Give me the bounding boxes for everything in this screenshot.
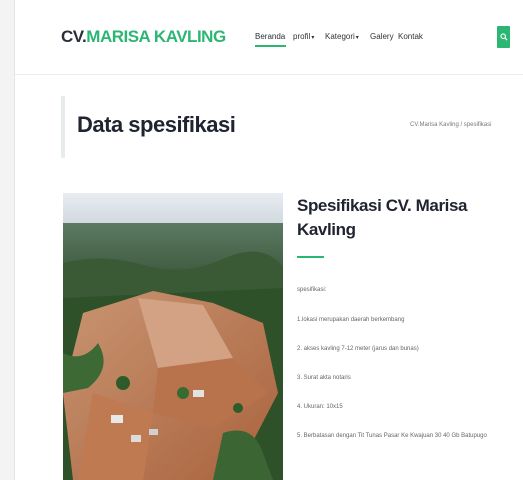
- logo-prefix: CV.: [61, 27, 87, 46]
- nav-item-galery[interactable]: Galery: [370, 32, 394, 41]
- chevron-down-icon: ▾: [311, 35, 315, 41]
- search-icon: [499, 33, 508, 41]
- list-item: 1.lokasi merupakan daerah berkembang: [297, 317, 405, 323]
- page: CV.MARISA KAVLING Beranda profil▾ Katego…: [14, 0, 523, 480]
- list-item: 4. Ukuran: 10x15: [297, 404, 343, 410]
- land-aerial-photo: [63, 193, 283, 480]
- nav-item-beranda[interactable]: Beranda: [255, 32, 286, 47]
- spec-title: Spesifikasi CV. Marisa Kavling: [297, 196, 468, 239]
- nav-item-kategori[interactable]: Kategori▾: [325, 32, 359, 41]
- list-item: 2. akses kavling 7-12 meter (jarus dan b…: [297, 346, 419, 352]
- nav-label: Galery: [370, 32, 394, 41]
- nav-label: profil: [293, 32, 311, 41]
- nav-label: Kontak: [398, 32, 423, 41]
- site-logo[interactable]: CV.MARISA KAVLING: [61, 27, 226, 47]
- site-header: CV.MARISA KAVLING Beranda profil▾ Katego…: [15, 0, 523, 75]
- search-button[interactable]: [497, 26, 510, 48]
- list-item: 5. Berbatasan dengan Tit Tunas Pasar Ke …: [297, 433, 487, 439]
- logo-name: MARISA KAVLING: [86, 27, 226, 46]
- photo-illustration: [63, 193, 283, 480]
- nav-item-kontak[interactable]: Kontak: [398, 32, 423, 41]
- page-title: Data spesifikasi: [77, 112, 236, 137]
- breadcrumb[interactable]: CV.Marisa Kavling / spesifikasi: [410, 122, 491, 128]
- spec-label: spesifikasi:: [297, 287, 327, 293]
- spec-title-underline: [297, 256, 324, 258]
- nav-item-profil[interactable]: profil▾: [293, 32, 314, 41]
- title-accent-bar: [61, 96, 65, 158]
- nav-label: Beranda: [255, 32, 286, 41]
- active-nav-underline: [255, 45, 286, 47]
- spec-list: 1.lokasi merupakan daerah berkembang 2. …: [297, 316, 497, 461]
- chevron-down-icon: ▾: [355, 35, 359, 41]
- list-item: 3. Surat akta notaris: [297, 375, 351, 381]
- nav-label: Kategori: [325, 32, 355, 41]
